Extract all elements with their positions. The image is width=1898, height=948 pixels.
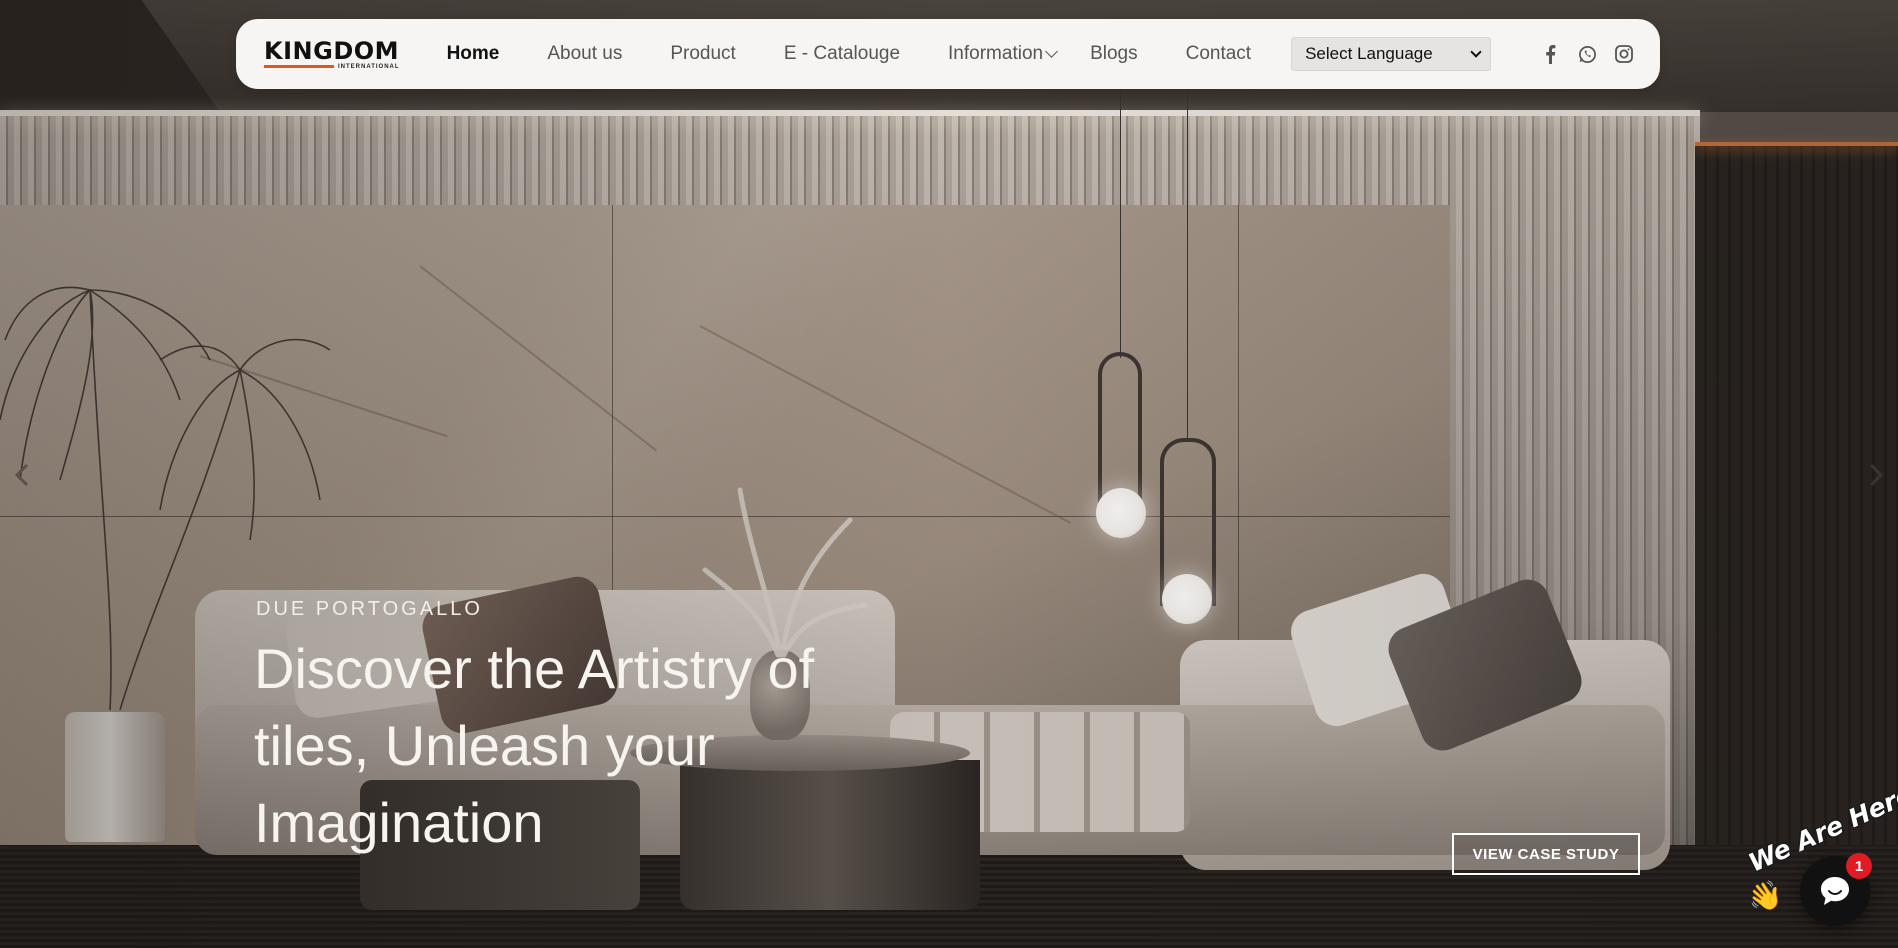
chevron-down-icon xyxy=(1045,45,1058,58)
chevron-left-icon xyxy=(14,463,29,487)
nav-link-about-us[interactable]: About us xyxy=(547,43,622,65)
nav-link-home[interactable]: Home xyxy=(447,43,500,65)
chevron-down-icon xyxy=(1470,46,1482,58)
kingdom-logo[interactable]: KINGDOM INTERNATIONAL xyxy=(264,39,400,70)
nav-link-contact[interactable]: Contact xyxy=(1186,43,1251,65)
language-select-value: Select Language xyxy=(1305,44,1433,63)
view-case-study-button[interactable]: VIEW CASE STUDY xyxy=(1452,833,1640,875)
nav-link-product[interactable]: Product xyxy=(670,43,735,65)
hero-eyebrow: DUE PORTOGALLO xyxy=(256,598,483,620)
language-select[interactable]: Select Language xyxy=(1291,37,1492,71)
chevron-right-icon xyxy=(1869,463,1884,487)
whatsapp-icon[interactable] xyxy=(1577,44,1597,64)
carousel-prev-button[interactable] xyxy=(10,462,36,488)
facebook-icon[interactable] xyxy=(1540,44,1560,64)
carousel-next-button[interactable] xyxy=(1862,462,1888,488)
waving-hand-icon: 👋 xyxy=(1745,878,1786,915)
chat-bubble-icon xyxy=(1821,877,1849,905)
nav-links: Home About us Product E - Catalouge Info… xyxy=(447,43,1300,65)
social-links xyxy=(1540,44,1634,64)
logo-wordmark: KINGDOM xyxy=(264,36,400,65)
nav-link-information-label: Information xyxy=(948,43,1044,64)
logo-accent-bar xyxy=(264,65,334,68)
hero-headline: Discover the Artistry of tiles, Unleash … xyxy=(254,637,815,854)
nav-link-information[interactable]: Information xyxy=(948,43,1058,65)
logo-subtext: INTERNATIONAL xyxy=(338,63,400,70)
instagram-icon[interactable] xyxy=(1614,44,1634,64)
nav-link-e-catalogue[interactable]: E - Catalouge xyxy=(784,43,900,65)
nav-link-blogs[interactable]: Blogs xyxy=(1090,43,1138,65)
top-navbar: KINGDOM INTERNATIONAL Home About us Prod… xyxy=(236,19,1660,89)
chat-unread-badge: 1 xyxy=(1846,853,1872,879)
